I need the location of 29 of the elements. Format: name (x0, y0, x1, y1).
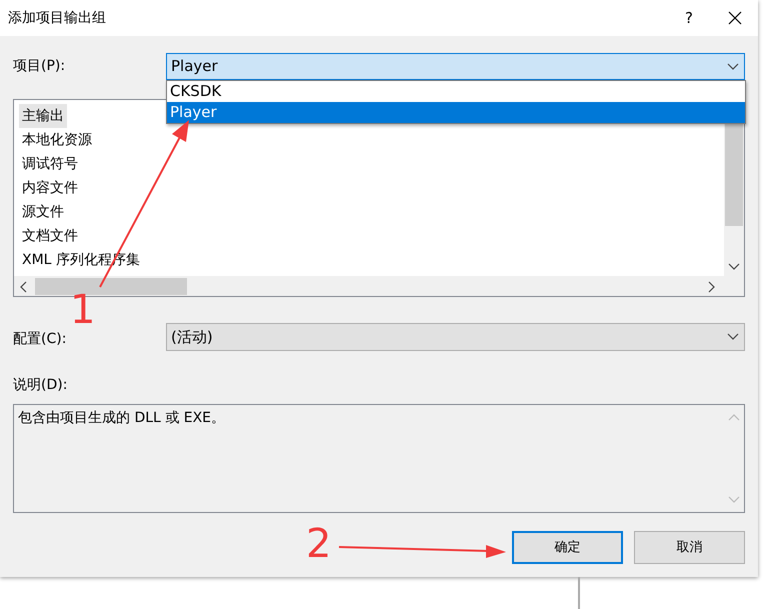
project-dropdown[interactable]: Player (166, 53, 745, 80)
dropdown-option[interactable]: Player (167, 102, 745, 123)
background-window-edge (578, 577, 580, 609)
list-item[interactable]: 调试符号 (19, 152, 81, 176)
chevron-down-icon[interactable] (728, 263, 740, 271)
chevron-down-icon (727, 333, 739, 341)
list-item[interactable]: 本地化资源 (19, 128, 95, 152)
annotation-number: 1 (70, 290, 96, 330)
annotation-number: 2 (306, 524, 332, 564)
chevron-down-icon (727, 63, 739, 71)
list-item[interactable]: 文档文件 (19, 224, 81, 248)
chevron-left-icon[interactable] (19, 281, 27, 293)
field-label: 配置(C): (13, 330, 68, 349)
dropdown-option[interactable]: CKSDK (167, 81, 745, 102)
chevron-up-icon (728, 413, 740, 421)
field-label: 说明(D): (13, 377, 68, 393)
field-label: 项目(P): (13, 57, 66, 76)
chevron-down-icon (728, 496, 740, 504)
close-icon[interactable] (728, 11, 742, 25)
description-text: 包含由项目生成的 DLL 或 EXE。 (18, 410, 226, 426)
cancel-button[interactable]: 取消 (634, 531, 745, 564)
list-item[interactable]: 源文件 (19, 200, 67, 224)
chevron-right-icon[interactable] (708, 281, 716, 293)
ok-button[interactable]: 确定 (512, 531, 623, 564)
list-item[interactable]: 主输出 (19, 104, 67, 128)
window-title: 添加项目输出组 (8, 8, 107, 28)
help-button[interactable]: ? (666, 6, 712, 30)
list-item[interactable]: 内容文件 (19, 176, 81, 200)
configuration-dropdown[interactable]: (活动) (166, 323, 745, 351)
